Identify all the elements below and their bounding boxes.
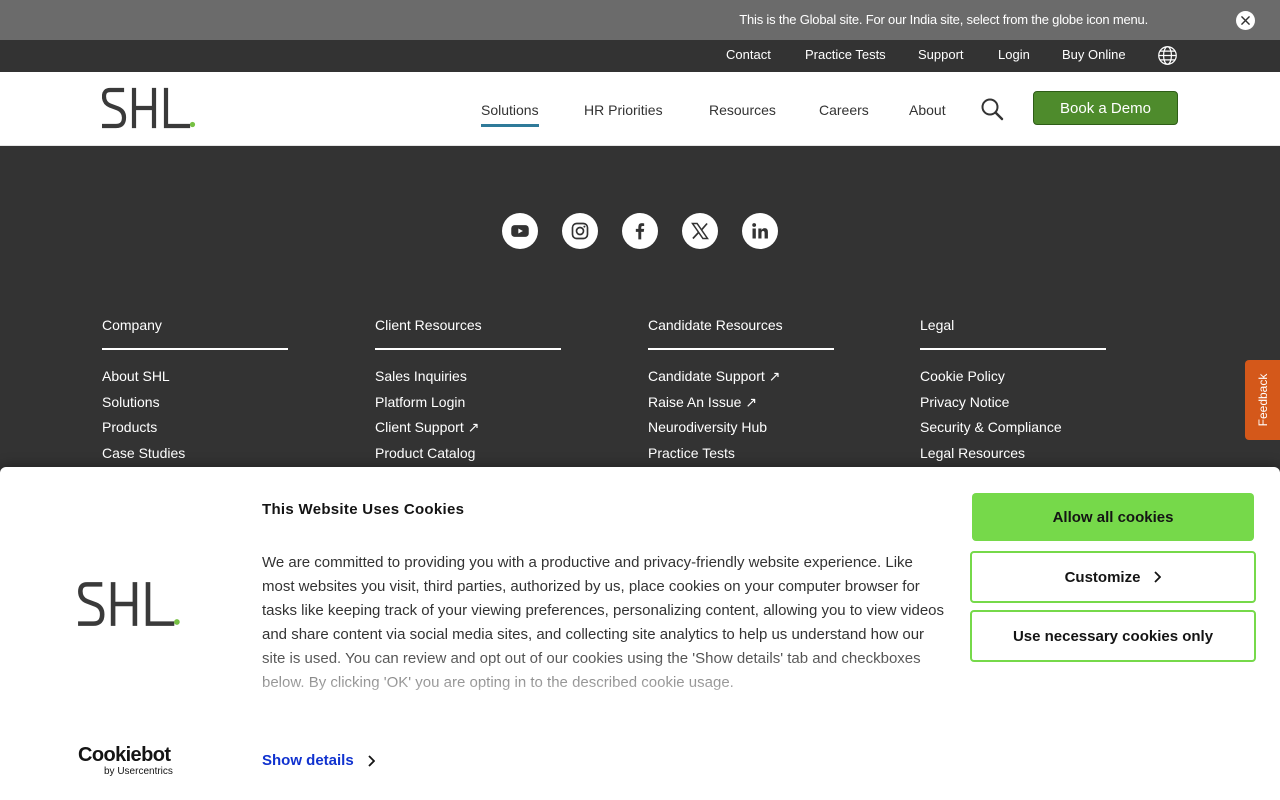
nav-resources[interactable]: Resources: [709, 102, 776, 118]
necessary-cookies-only-button[interactable]: Use necessary cookies only: [970, 610, 1256, 662]
instagram-icon[interactable]: [562, 213, 598, 249]
banner-text: This is the Global site. For our India s…: [739, 12, 1148, 27]
footer-heading-legal: Legal: [920, 317, 955, 333]
utility-nav: Contact Practice Tests Support Login Buy…: [0, 40, 1280, 72]
global-site-banner: This is the Global site. For our India s…: [0, 0, 1280, 40]
cookie-consent-banner: This Website Uses Cookies We are committ…: [0, 467, 1280, 800]
globe-icon[interactable]: [1157, 45, 1178, 66]
book-demo-button[interactable]: Book a Demo: [1033, 91, 1178, 125]
cookiebot-brand: Cookiebot: [78, 744, 171, 766]
login-link[interactable]: Login: [998, 47, 1030, 62]
footer-link-legal-resources[interactable]: Legal Resources: [920, 445, 1025, 461]
support-link[interactable]: Support: [918, 47, 964, 62]
footer-heading-candidate-resources: Candidate Resources: [648, 317, 783, 333]
shl-logo: [78, 582, 180, 626]
cookiebot-logo[interactable]: Cookiebot by Usercentrics: [78, 745, 182, 777]
footer-link-sales-inquiries[interactable]: Sales Inquiries: [375, 368, 467, 384]
practice-tests-link[interactable]: Practice Tests: [805, 47, 886, 62]
contact-link[interactable]: Contact: [726, 47, 771, 62]
cookie-body-text: We are committed to providing you with a…: [262, 554, 945, 691]
customize-label: Customize: [1064, 568, 1141, 586]
cookie-title: This Website Uses Cookies: [262, 501, 465, 518]
footer-link-neurodiversity-hub[interactable]: Neurodiversity Hub: [648, 419, 767, 435]
nav-hr-priorities[interactable]: HR Priorities: [584, 102, 663, 118]
footer-link-privacy-notice[interactable]: Privacy Notice: [920, 394, 1009, 410]
allow-all-cookies-button[interactable]: Allow all cookies: [972, 493, 1254, 541]
youtube-icon[interactable]: [502, 213, 538, 249]
footer-link-solutions[interactable]: Solutions: [102, 394, 160, 410]
show-details-link[interactable]: Show details: [262, 752, 375, 769]
footer-divider: [102, 348, 288, 350]
feedback-tab[interactable]: Feedback: [1245, 360, 1280, 440]
x-icon[interactable]: [682, 213, 718, 249]
shl-logo[interactable]: [102, 86, 197, 130]
facebook-icon[interactable]: [622, 213, 658, 249]
feedback-label: Feedback: [1255, 373, 1270, 427]
search-icon[interactable]: [980, 97, 1004, 121]
chevron-right-icon: [368, 754, 375, 767]
nav-about[interactable]: About: [909, 102, 946, 118]
footer-divider: [648, 348, 834, 350]
buy-online-link[interactable]: Buy Online: [1062, 47, 1126, 62]
footer-link-candidate-support[interactable]: Candidate Support ↗: [648, 368, 780, 385]
footer-heading-client-resources: Client Resources: [375, 317, 482, 333]
linkedin-icon[interactable]: [742, 213, 778, 249]
footer-link-products[interactable]: Products: [102, 419, 157, 435]
cookie-body-scroll[interactable]: We are committed to providing you with a…: [262, 551, 946, 717]
footer-link-client-support[interactable]: Client Support ↗: [375, 419, 479, 436]
footer-link-product-catalog[interactable]: Product Catalog: [375, 445, 475, 461]
footer-link-platform-login[interactable]: Platform Login: [375, 394, 465, 410]
nav-careers[interactable]: Careers: [819, 102, 869, 118]
show-details-label: Show details: [262, 752, 354, 769]
cookiebot-brand-sub: by Usercentrics: [104, 766, 173, 777]
main-header: Solutions HR Priorities Resources Career…: [0, 72, 1280, 146]
customize-button[interactable]: Customize: [970, 551, 1256, 603]
footer-divider: [920, 348, 1106, 350]
footer-link-raise-an-issue[interactable]: Raise An Issue ↗: [648, 394, 757, 411]
chevron-right-icon: [1154, 571, 1162, 583]
footer-divider: [375, 348, 561, 350]
close-icon[interactable]: [1236, 11, 1255, 30]
footer-link-security-compliance[interactable]: Security & Compliance: [920, 419, 1062, 435]
footer-link-case-studies[interactable]: Case Studies: [102, 445, 185, 461]
footer-link-about-shl[interactable]: About SHL: [102, 368, 170, 384]
nav-solutions[interactable]: Solutions: [481, 102, 539, 127]
footer-link-cookie-policy[interactable]: Cookie Policy: [920, 368, 1005, 384]
footer-heading-company: Company: [102, 317, 162, 333]
footer-link-practice-tests[interactable]: Practice Tests: [648, 445, 735, 461]
